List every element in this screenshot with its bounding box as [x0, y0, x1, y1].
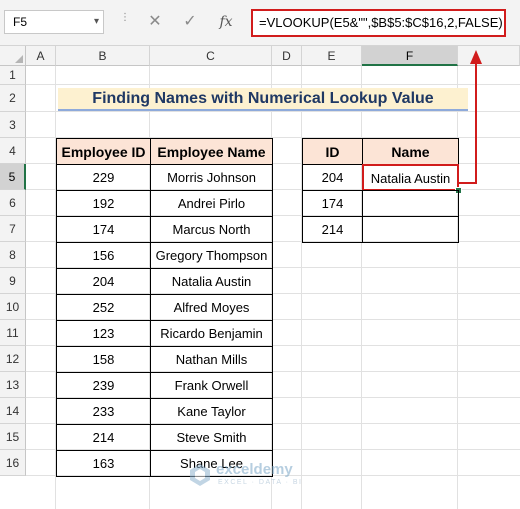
gridline-horizontal: [26, 84, 520, 85]
lookup-table-header[interactable]: Name: [362, 138, 459, 165]
insert-function-icon[interactable]: fx: [214, 12, 238, 32]
lookup-id-cell[interactable]: 214: [302, 216, 363, 243]
employee-id-cell[interactable]: 252: [56, 294, 151, 321]
row-header-15[interactable]: 15: [0, 424, 26, 450]
row-header-2[interactable]: 2: [0, 85, 26, 112]
gridline-vertical: [361, 66, 362, 509]
employee-id-cell[interactable]: 158: [56, 346, 151, 373]
watermark: exceldemy EXCEL · DATA · BI: [188, 457, 338, 497]
column-header-f[interactable]: F: [362, 46, 458, 66]
name-box-value: F5: [13, 15, 28, 29]
employee-name-cell[interactable]: Natalia Austin: [150, 268, 273, 295]
watermark-tagline: EXCEL · DATA · BI: [218, 479, 303, 486]
column-header-d[interactable]: D: [272, 46, 302, 66]
drag-dot: ⋮: [120, 12, 130, 23]
employee-name-cell[interactable]: Morris Johnson: [150, 164, 273, 191]
employee-id-cell[interactable]: 156: [56, 242, 151, 269]
column-header-overflow: [458, 46, 520, 66]
column-header-c[interactable]: C: [150, 46, 272, 66]
cancel-icon[interactable]: ✕: [145, 12, 165, 32]
row-header-1[interactable]: 1: [0, 66, 26, 85]
lookup-name-cell[interactable]: [362, 216, 459, 243]
employee-name-cell[interactable]: Nathan Mills: [150, 346, 273, 373]
employee-name-cell[interactable]: Frank Orwell: [150, 372, 273, 399]
lookup-id-cell[interactable]: 174: [302, 190, 363, 217]
row-header-11[interactable]: 11: [0, 320, 26, 346]
row-header-14[interactable]: 14: [0, 398, 26, 424]
employee-id-cell[interactable]: 229: [56, 164, 151, 191]
lookup-id-cell[interactable]: 204: [302, 164, 363, 191]
employee-id-cell[interactable]: 192: [56, 190, 151, 217]
employee-name-cell[interactable]: Marcus North: [150, 216, 273, 243]
employee-name-cell[interactable]: Steve Smith: [150, 424, 273, 451]
employee-id-cell[interactable]: 123: [56, 320, 151, 347]
gridline-vertical: [457, 66, 458, 509]
worksheet-grid[interactable]: ABCDEF 1 2 3 4 5 6 7 8 9 10 11 12 13 14 15 16 Finding N…: [0, 46, 520, 509]
employee-name-cell[interactable]: Gregory Thompson: [150, 242, 273, 269]
watermark-brand: exceldemy: [216, 461, 293, 478]
chevron-down-icon[interactable]: ▾: [94, 11, 99, 33]
row-header-5[interactable]: 5: [0, 164, 26, 190]
employee-table-header[interactable]: Employee ID: [56, 138, 151, 165]
sheet-title: Finding Names with Numerical Lookup Valu…: [58, 88, 468, 111]
column-header-a[interactable]: A: [26, 46, 56, 66]
column-header-b[interactable]: B: [56, 46, 150, 66]
row-header-8[interactable]: 8: [0, 242, 26, 268]
lookup-name-cell[interactable]: [362, 190, 459, 217]
employee-id-cell[interactable]: 214: [56, 424, 151, 451]
column-header-e[interactable]: E: [302, 46, 362, 66]
formula-bar: F5 ▾ ⋮ ✕ ✓ fx =VLOOKUP(E5&"",$B$5:$C$16,…: [0, 0, 520, 46]
row-header-9[interactable]: 9: [0, 268, 26, 294]
employee-id-cell[interactable]: 163: [56, 450, 151, 477]
enter-icon[interactable]: ✓: [180, 12, 200, 32]
gridline-vertical: [301, 66, 302, 509]
employee-table-header[interactable]: Employee Name: [150, 138, 273, 165]
row-header-16[interactable]: 16: [0, 450, 26, 476]
exceldemy-logo-icon: [190, 464, 210, 486]
active-result-cell[interactable]: Natalia Austin: [362, 164, 459, 191]
row-header-3[interactable]: 3: [0, 112, 26, 138]
employee-id-cell[interactable]: 233: [56, 398, 151, 425]
row-header-4[interactable]: 4: [0, 138, 26, 164]
employee-name-cell[interactable]: Alfred Moyes: [150, 294, 273, 321]
employee-id-cell[interactable]: 204: [56, 268, 151, 295]
select-all-triangle-icon: [15, 55, 23, 63]
employee-name-cell[interactable]: Andrei Pirlo: [150, 190, 273, 217]
row-header-12[interactable]: 12: [0, 346, 26, 372]
row-header-10[interactable]: 10: [0, 294, 26, 320]
employee-id-cell[interactable]: 174: [56, 216, 151, 243]
employee-name-cell[interactable]: Ricardo Benjamin: [150, 320, 273, 347]
employee-id-cell[interactable]: 239: [56, 372, 151, 399]
lookup-table-header[interactable]: ID: [302, 138, 363, 165]
row-header-6[interactable]: 6: [0, 190, 26, 216]
employee-name-cell[interactable]: Kane Taylor: [150, 398, 273, 425]
select-all-button[interactable]: [0, 46, 26, 66]
formula-input[interactable]: =VLOOKUP(E5&"",$B$5:$C$16,2,FALSE): [251, 9, 506, 37]
row-header-13[interactable]: 13: [0, 372, 26, 398]
gridline-horizontal: [26, 111, 520, 112]
row-header-7[interactable]: 7: [0, 216, 26, 242]
name-box[interactable]: F5 ▾: [4, 10, 104, 34]
